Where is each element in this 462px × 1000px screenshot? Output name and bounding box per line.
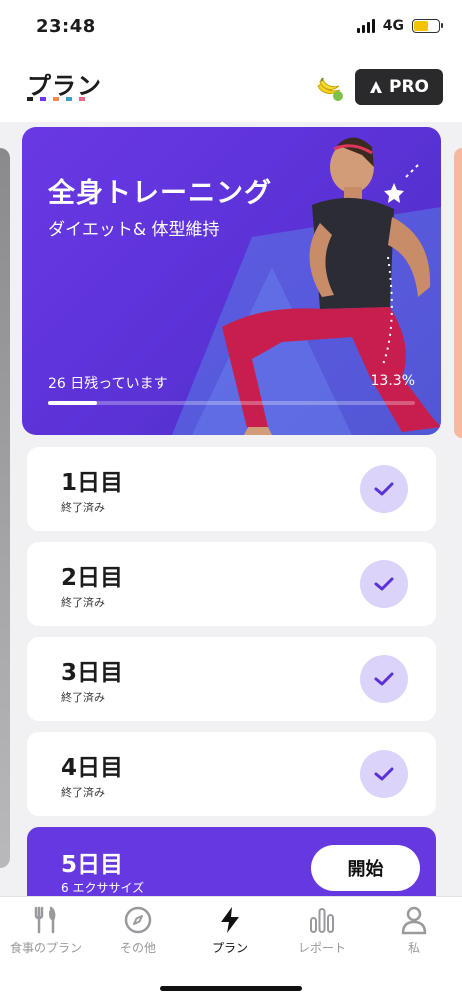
plan-progress-fill (48, 401, 97, 405)
next-plan-card-edge[interactable] (454, 148, 462, 438)
title-dot (79, 97, 85, 101)
completed-check-icon (360, 465, 408, 513)
banana-icon[interactable] (314, 72, 344, 102)
title-dot (27, 97, 33, 101)
compass-icon (124, 906, 152, 934)
hero-subtitle: ダイエット& 体型維持 (48, 220, 220, 240)
exercise-count: 6 エクササイズ (61, 881, 145, 895)
completed-check-icon (360, 750, 408, 798)
status-indicators: 4G (356, 18, 443, 34)
hero-title: 全身トレーニング (48, 178, 272, 209)
network-type: 4G (382, 18, 404, 34)
nav-label: レポート (297, 941, 346, 955)
page-title: プラン (27, 72, 102, 100)
person-icon (401, 906, 427, 935)
bar-chart-icon (310, 908, 334, 933)
nav-report[interactable]: レポート (276, 905, 368, 956)
day-card[interactable]: 1日目 終了済み (27, 447, 436, 531)
day-title: 4日目 (61, 755, 124, 781)
previous-plan-card-edge[interactable] (0, 148, 10, 868)
bottom-navigation: 食事のプラン その他 プラン レポート 私 (0, 896, 462, 1000)
nav-label: 私 (407, 941, 420, 955)
day-card[interactable]: 3日目 終了済み (27, 637, 436, 721)
nav-plan[interactable]: プラン (184, 905, 276, 956)
title-dot (53, 97, 59, 101)
day-card[interactable]: 2日目 終了済み (27, 542, 436, 626)
nav-label: その他 (119, 941, 156, 955)
nav-label: 食事のプラン (9, 941, 82, 955)
nav-other[interactable]: その他 (92, 905, 184, 956)
day-status: 終了済み (61, 691, 105, 704)
status-bar: 23:48 4G (0, 0, 462, 52)
title-dot (66, 97, 72, 101)
fork-knife-icon (34, 906, 56, 934)
completed-check-icon (360, 560, 408, 608)
battery-icon (412, 19, 443, 33)
pro-button[interactable]: PRO (355, 69, 443, 105)
day-card[interactable]: 4日目 終了済み (27, 732, 436, 816)
start-button[interactable]: 開始 (311, 845, 420, 891)
next-day-title: 5日目 (61, 852, 124, 878)
day-title: 3日目 (61, 660, 124, 686)
completed-check-icon (360, 655, 408, 703)
progress-percent: 13.3% (370, 373, 415, 389)
nav-meal-plan[interactable]: 食事のプラン (0, 905, 92, 956)
pro-logo-icon (369, 81, 382, 93)
pro-label: PRO (388, 77, 429, 97)
day-title: 1日目 (61, 470, 124, 496)
app-header: プラン PRO (0, 52, 462, 122)
title-dot (40, 97, 46, 101)
status-time: 23:48 (36, 16, 96, 37)
plan-hero-card[interactable]: 全身トレーニング ダイエット& 体型維持 26 日残っています 13.3% (22, 127, 441, 435)
nav-profile[interactable]: 私 (368, 905, 460, 956)
day-status: 終了済み (61, 596, 105, 609)
days-remaining: 26 日残っています (48, 376, 168, 392)
plan-progress-bar (48, 401, 415, 405)
signal-icon (356, 19, 375, 33)
nav-label: プラン (211, 941, 248, 955)
day-status: 終了済み (61, 786, 105, 799)
home-indicator (160, 986, 302, 991)
next-day-card[interactable]: 5日目 6 エクササイズ 開始 (27, 827, 436, 907)
day-status: 終了済み (61, 501, 105, 514)
title-underline-dots (27, 97, 85, 101)
lightning-icon (221, 907, 239, 933)
day-title: 2日目 (61, 565, 124, 591)
